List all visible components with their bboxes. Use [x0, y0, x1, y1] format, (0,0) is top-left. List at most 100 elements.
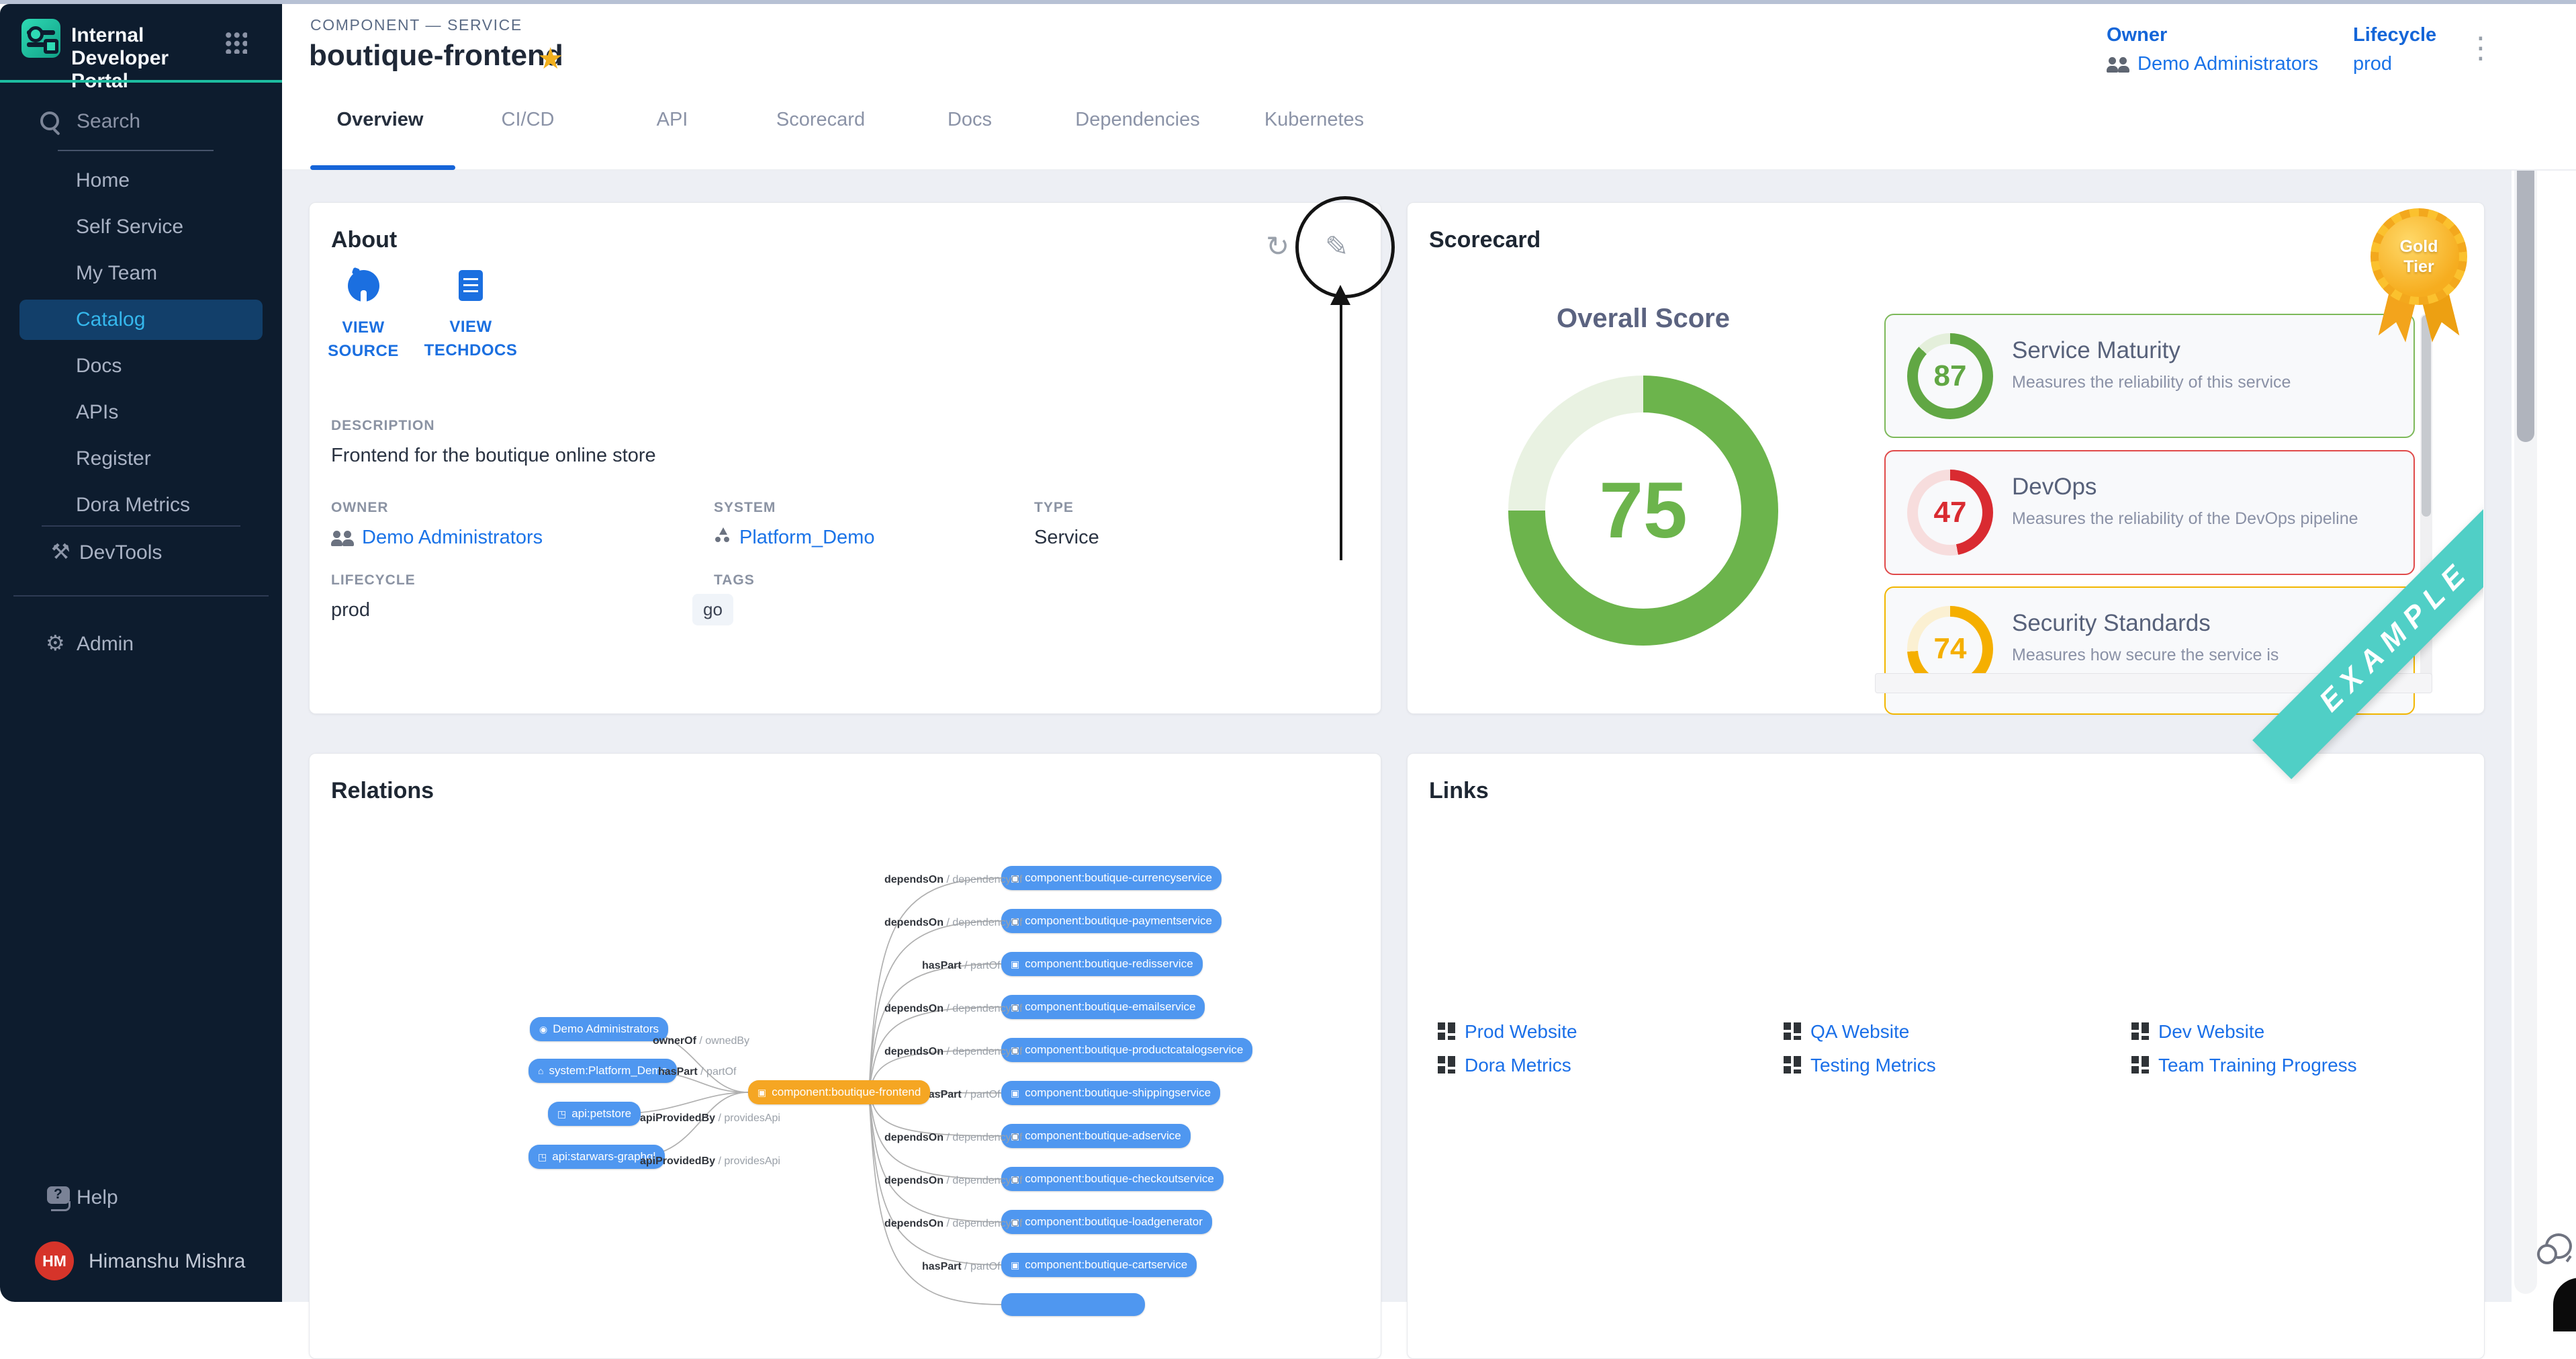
dashboard-icon [1438, 1056, 1455, 1073]
tab-cicd[interactable]: CI/CD [502, 109, 555, 131]
graph-node-right-7[interactable]: ▣component:boutique-checkoutservice [1001, 1167, 1224, 1191]
links-title: Links [1429, 778, 1489, 804]
sidebar-item-self-service[interactable]: Self Service [0, 204, 282, 250]
lifecycle-field-value: prod [331, 599, 370, 621]
description-value: Frontend for the boutique online store [331, 445, 656, 467]
apps-grid-icon[interactable] [224, 31, 247, 54]
sidebar-item-admin[interactable]: ⚙ Admin [46, 633, 134, 656]
lifecycle-field-label: LIFECYCLE [331, 572, 416, 588]
edge-label: hasPart / partOf [922, 960, 1001, 972]
feedback-chat-icon[interactable] [2537, 1233, 2572, 1264]
api-icon: ◳ [538, 1151, 547, 1163]
annotation-arrow-line [1340, 304, 1342, 560]
dashboard-icon [1438, 1022, 1455, 1040]
people-icon [331, 531, 357, 548]
people-icon [2107, 57, 2132, 75]
tag-chip[interactable]: go [692, 594, 733, 625]
metric-title: Security Standards [2012, 610, 2211, 637]
graph-node-right-1[interactable]: ▣component:boutique-paymentservice [1001, 909, 1222, 933]
sidebar-divider [42, 525, 240, 527]
api-icon: ◳ [557, 1108, 566, 1120]
sidebar: Internal Developer Portal Search Home Se… [0, 4, 282, 1302]
metric-donut: 87 [1907, 333, 1993, 419]
view-techdocs-link[interactable]: VIEW TECHDOCS [417, 270, 524, 362]
graph-node-right-6[interactable]: ▣component:boutique-adservice [1001, 1124, 1191, 1148]
metric-card-security-standards[interactable]: 74 Security Standards Measures how secur… [1884, 586, 2415, 715]
metric-value: 87 [1907, 333, 1993, 419]
header-owner: Owner Demo Administrators [2107, 24, 2318, 75]
relations-graph[interactable]: ◉Demo AdministratorsownerOf / ownedBy⌂sy… [310, 754, 1381, 1358]
sidebar-item-dora-metrics[interactable]: Dora Metrics [0, 482, 282, 528]
edge-label: dependsOn / dependencyOf [884, 1003, 1022, 1015]
graph-node-left-2[interactable]: ◳api:petstore [548, 1102, 641, 1126]
relations-card: Relations ◉Demo AdministratorsownerOf / … [309, 753, 1381, 1359]
avatar: HM [35, 1241, 74, 1280]
tab-kubernetes[interactable]: Kubernetes [1264, 109, 1364, 131]
graph-node-left-0[interactable]: ◉Demo Administrators [530, 1017, 668, 1041]
graph-node-right-5[interactable]: ▣component:boutique-shippingservice [1001, 1081, 1220, 1105]
annotation-arrowhead [1330, 285, 1350, 305]
view-source-link[interactable]: VIEW SOURCE [310, 270, 417, 363]
owner-field-link[interactable]: Demo Administrators [331, 527, 543, 549]
github-icon [348, 270, 379, 302]
lifecycle-value: prod [2353, 53, 2436, 75]
metric-donut: 47 [1907, 470, 1993, 556]
tab-docs[interactable]: Docs [948, 109, 992, 131]
metrics-scrollbar-vertical[interactable] [2420, 314, 2432, 690]
refresh-icon[interactable] [1266, 230, 1289, 263]
link-testing-metrics[interactable]: Testing Metrics [1784, 1055, 1936, 1076]
link-dev-website[interactable]: Dev Website [2131, 1021, 2264, 1043]
graph-node-right-8[interactable]: ▣component:boutique-loadgenerator [1001, 1210, 1212, 1234]
metric-subtitle: Measures how secure the service is [2012, 646, 2279, 665]
sidebar-item-register[interactable]: Register [0, 435, 282, 482]
metric-title: DevOps [2012, 474, 2097, 500]
sidebar-item-docs[interactable]: Docs [0, 343, 282, 389]
link-prod-website[interactable]: Prod Website [1438, 1021, 1577, 1043]
component-icon: ▣ [1011, 959, 1019, 970]
graph-node-right-9[interactable]: ▣component:boutique-cartservice [1001, 1253, 1197, 1277]
sidebar-item-devtools[interactable]: ⚒ DevTools [51, 541, 162, 564]
favorite-star-icon[interactable] [537, 42, 563, 76]
gear-icon: ⚙ [46, 630, 65, 656]
component-icon: ▣ [757, 1087, 766, 1098]
graph-node-left-1[interactable]: ⌂system:Platform_Demo [528, 1059, 677, 1083]
graph-node-right-0[interactable]: ▣component:boutique-currencyservice [1001, 866, 1222, 890]
metric-title: Service Maturity [2012, 337, 2180, 364]
sidebar-item-catalog[interactable]: Catalog [19, 300, 263, 340]
tab-overview[interactable]: Overview [337, 109, 424, 131]
user-name: Himanshu Mishra [89, 1250, 245, 1273]
page-title: boutique-frontend [309, 39, 563, 73]
metric-card-devops[interactable]: 47 DevOps Measures the reliability of th… [1884, 450, 2415, 575]
link-team-training-progress[interactable]: Team Training Progress [2131, 1055, 2357, 1076]
graph-node-right-2[interactable]: ▣component:boutique-redisservice [1001, 952, 1203, 976]
sidebar-item-home[interactable]: Home [0, 157, 282, 204]
sidebar-item-apis[interactable]: APIs [0, 389, 282, 435]
metric-card-service-maturity[interactable]: 87 Service Maturity Measures the reliabi… [1884, 314, 2415, 438]
link-dora-metrics[interactable]: Dora Metrics [1438, 1055, 1571, 1076]
edge-label: hasPart / partOf [922, 1089, 1001, 1101]
system-field-link[interactable]: Platform_Demo [714, 527, 874, 549]
tab-scorecard[interactable]: Scorecard [776, 109, 865, 131]
sidebar-search[interactable]: Search [36, 106, 251, 140]
metric-value: 47 [1907, 470, 1993, 556]
graph-node-right-10[interactable] [1001, 1293, 1145, 1316]
graph-node-right-4[interactable]: ▣component:boutique-productcatalogservic… [1001, 1038, 1252, 1062]
edge-label: apiProvidedBy / providesApi [640, 1155, 780, 1168]
active-tab-underline [310, 165, 455, 170]
owner-link[interactable]: Demo Administrators [2107, 53, 2318, 75]
tab-api[interactable]: API [657, 109, 688, 131]
sidebar-accent-divider [0, 80, 282, 83]
graph-node-right-3[interactable]: ▣component:boutique-emailservice [1001, 995, 1205, 1019]
graph-node-center[interactable]: ▣component:boutique-frontend [748, 1080, 930, 1104]
type-field-value: Service [1034, 527, 1099, 549]
tab-dependencies[interactable]: Dependencies [1075, 109, 1199, 131]
sidebar-item-help[interactable]: Help [47, 1186, 118, 1209]
more-options-icon[interactable] [2466, 31, 2495, 65]
metric-subtitle: Measures the reliability of this service [2012, 373, 2291, 392]
sidebar-item-my-team[interactable]: My Team [0, 250, 282, 296]
links-card: Links Prod Website QA Website Dev Websit… [1407, 753, 2485, 1359]
link-qa-website[interactable]: QA Website [1784, 1021, 1909, 1043]
metrics-scrollbar-horizontal[interactable] [1875, 673, 2432, 693]
system-icon [714, 527, 731, 543]
overall-score-label: Overall Score [1557, 304, 1730, 334]
